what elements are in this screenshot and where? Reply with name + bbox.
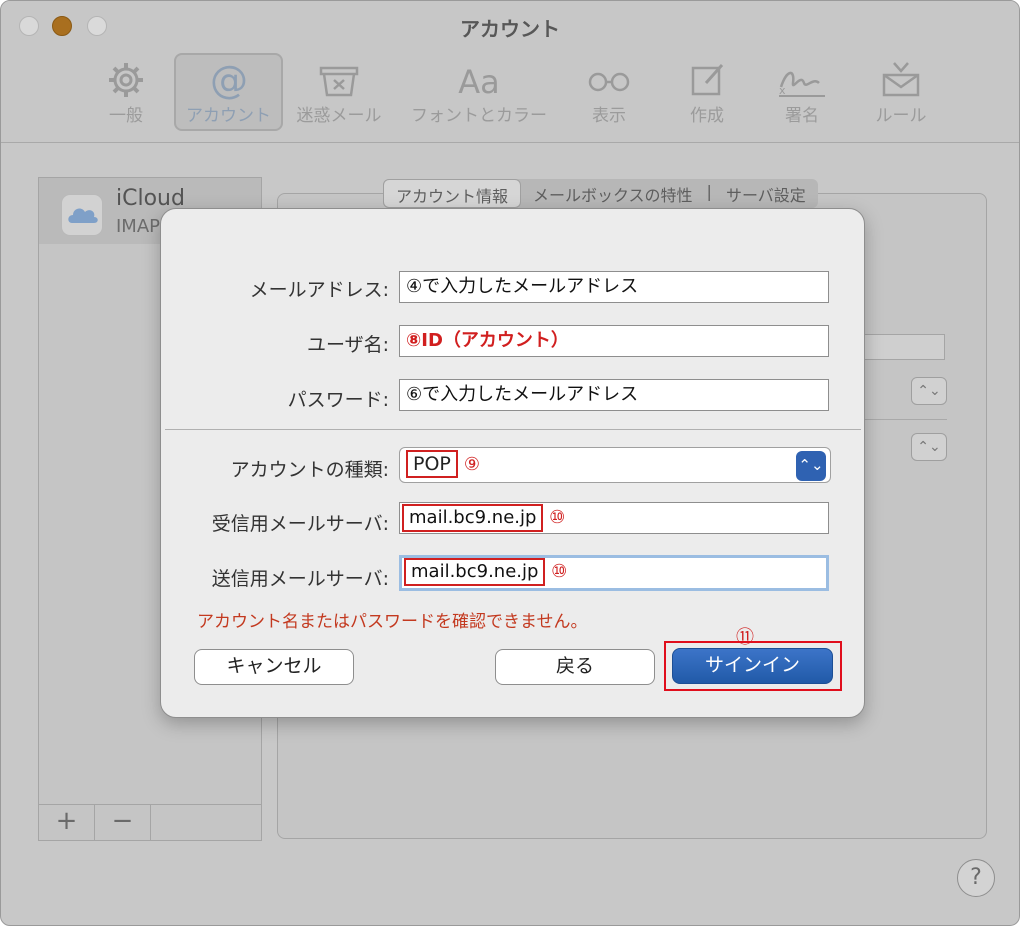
incoming-server-value: mail.bc9.ne.jp xyxy=(402,504,544,532)
stepper-chevrons-icon: ⌃⌄ xyxy=(796,451,826,481)
password-label: パスワード: xyxy=(287,389,389,411)
toolbar-label-accounts: アカウント xyxy=(186,106,271,126)
incoming-server-field[interactable]: mail.bc9.ne.jp ⑩ xyxy=(399,502,829,534)
toolbar-item-viewing[interactable]: 表示 xyxy=(579,51,639,131)
junk-tray-icon xyxy=(319,66,359,97)
sidebar-footer: + − xyxy=(39,804,261,840)
svg-text:@: @ xyxy=(210,59,248,101)
gear-icon xyxy=(109,63,143,97)
cloud-icon xyxy=(61,194,103,236)
toolbar-label-general: 一般 xyxy=(109,106,143,126)
help-button[interactable]: ? xyxy=(957,859,995,897)
rules-envelope-icon xyxy=(882,62,920,97)
error-message: アカウント名またはパスワードを確認できません。 xyxy=(197,612,588,632)
dialog-divider xyxy=(165,429,861,430)
back-button[interactable]: 戻る xyxy=(495,649,655,685)
compose-icon xyxy=(691,64,724,96)
detail-tabs: アカウント情報 メールボックスの特性 | サーバ設定 xyxy=(383,179,818,208)
password-field[interactable]: ⑥で入力したメールアドレス xyxy=(399,379,829,411)
background-popup-stepper-icon: ⌃⌄ xyxy=(911,377,947,405)
cancel-button[interactable]: キャンセル xyxy=(194,649,354,685)
account-type-select[interactable]: POP ⑨ ⌃⌄ xyxy=(399,447,831,483)
toolbar-item-fonts-colors[interactable]: Aa フォントとカラー xyxy=(406,51,552,131)
toolbar-label-fonts-colors: フォントとカラー xyxy=(411,106,547,126)
remove-account-button[interactable]: − xyxy=(95,805,151,840)
outgoing-server-field[interactable]: mail.bc9.ne.jp ⑩ xyxy=(399,555,829,591)
toolbar-label-signatures: 署名 xyxy=(785,106,819,126)
toolbar-item-rules[interactable]: ルール xyxy=(869,51,933,131)
fonts-aa-icon: Aa xyxy=(458,63,500,101)
step-10-marker: ⑩ xyxy=(549,507,566,528)
add-account-button[interactable]: + xyxy=(39,805,95,840)
outgoing-server-value: mail.bc9.ne.jp xyxy=(404,558,546,586)
signature-icon: x xyxy=(779,71,825,97)
toolbar-item-signatures[interactable]: x 署名 xyxy=(769,51,835,131)
toolbar-item-general[interactable]: 一般 xyxy=(95,51,157,131)
tab-mailbox-behaviors[interactable]: メールボックスの特性 xyxy=(521,179,705,208)
toolbar-label-junk: 迷惑メール xyxy=(296,106,382,126)
svg-text:Aa: Aa xyxy=(458,63,500,101)
glasses-icon xyxy=(588,72,630,92)
signin-button[interactable]: サインイン xyxy=(672,648,833,684)
window-title: アカウント xyxy=(460,17,560,41)
at-icon: @ xyxy=(210,59,248,101)
email-label: メールアドレス: xyxy=(249,279,389,301)
step-9-marker: ⑨ xyxy=(463,454,481,475)
account-type-value: POP xyxy=(406,450,458,478)
username-label: ユーザ名: xyxy=(306,334,389,356)
email-field[interactable]: ④で入力したメールアドレス xyxy=(399,271,829,303)
toolbar-label-composing: 作成 xyxy=(690,106,724,126)
background-text-field xyxy=(861,334,945,360)
incoming-server-label: 受信用メールサーバ: xyxy=(211,513,389,535)
account-type: IMAP xyxy=(116,216,161,237)
toolbar-label-rules: ルール xyxy=(875,106,927,126)
toolbar-item-accounts[interactable]: @ アカウント xyxy=(174,53,283,131)
toolbar-item-junk[interactable]: 迷惑メール xyxy=(293,51,385,131)
outgoing-server-label: 送信用メールサーバ: xyxy=(211,568,389,590)
tab-server-settings[interactable]: サーバ設定 xyxy=(714,179,818,208)
tab-separator: | xyxy=(706,182,712,201)
background-popup-stepper-icon: ⌃⌄ xyxy=(911,433,947,461)
account-type-label: アカウントの種類: xyxy=(230,459,389,481)
toolbar-label-viewing: 表示 xyxy=(592,106,626,126)
background-divider xyxy=(861,419,947,420)
account-setup-dialog: メールアドレス: ④で入力したメールアドレス ユーザ名: ⑧ID（アカウント） … xyxy=(160,208,865,718)
toolbar-item-composing[interactable]: 作成 xyxy=(679,51,735,131)
step-10-marker: ⑩ xyxy=(551,561,568,582)
tab-account-info[interactable]: アカウント情報 xyxy=(383,179,522,208)
titlebar: アカウント 一般 @ アカウント 迷惑メール Aa フォントとカラー 表示 作成… xyxy=(1,1,1019,143)
username-field[interactable]: ⑧ID（アカウント） xyxy=(399,325,829,357)
